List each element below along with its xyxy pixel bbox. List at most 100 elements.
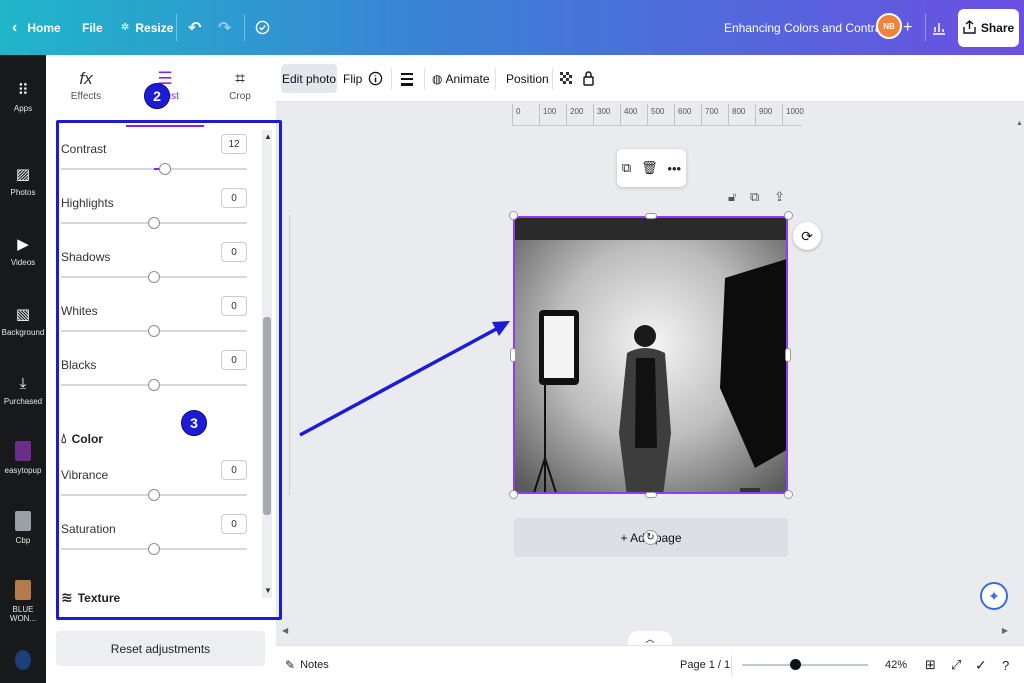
border-style-icon[interactable] xyxy=(401,55,413,102)
photo-image[interactable] xyxy=(513,216,788,494)
slider-thumb[interactable] xyxy=(159,163,172,175)
notes-button[interactable]: ✎ Notes xyxy=(285,646,329,683)
ruler-tick: 800 xyxy=(728,104,745,126)
folder-thumbnail xyxy=(15,580,31,600)
zoom-level[interactable]: 42% xyxy=(885,646,907,683)
tab-effects[interactable]: fx Effects xyxy=(51,69,121,102)
resize-handle-top[interactable] xyxy=(645,213,657,219)
edit-photo-button[interactable]: Edit photo xyxy=(281,64,337,93)
design-title[interactable]: Enhancing Colors and Contrast xyxy=(724,0,891,55)
fullscreen-icon[interactable]: ⤢ xyxy=(951,646,961,683)
add-page-icon[interactable]: ⇪ xyxy=(774,189,785,205)
position-button[interactable]: Position xyxy=(506,55,549,102)
vertical-scrollbar[interactable]: ▲ xyxy=(1016,120,1023,640)
animate-button[interactable]: ◍ Animate xyxy=(432,55,490,102)
slider-thumb[interactable] xyxy=(148,325,160,337)
adjustment-row-blacks: Blacks 0 xyxy=(56,350,256,412)
cloud-saved-icon[interactable] xyxy=(255,0,270,55)
share-button[interactable]: Share xyxy=(958,9,1019,47)
resize-handle-top-right[interactable] xyxy=(784,211,793,220)
ruler-tick: 0 xyxy=(512,104,520,126)
page-indicator[interactable]: Page 1 / 1 xyxy=(680,646,730,683)
reset-adjustments-button[interactable]: Reset adjustments xyxy=(56,631,265,666)
rotate-handle-icon[interactable]: ↻ xyxy=(643,530,658,545)
rail-item-apps[interactable]: ⠿ Apps xyxy=(0,81,46,113)
resize-handle-right[interactable] xyxy=(785,348,791,362)
magic-sparkle-icon[interactable]: ✦ xyxy=(980,582,1008,610)
annotation-marker-3: 3 xyxy=(181,410,207,436)
resize-handle-bottom-right[interactable] xyxy=(784,490,793,499)
adjustment-label: Saturation xyxy=(61,522,116,536)
slider-thumb[interactable] xyxy=(148,217,160,229)
slider-thumb[interactable] xyxy=(148,379,160,391)
zoom-slider-thumb[interactable] xyxy=(789,659,801,670)
zoom-slider[interactable] xyxy=(742,664,868,666)
add-collaborator-icon[interactable]: + xyxy=(903,0,912,55)
panel-scrollbar[interactable]: ▲ ▼ xyxy=(262,130,272,598)
adjustment-value-input[interactable]: 0 xyxy=(221,460,247,480)
adjustment-value-input[interactable]: 0 xyxy=(221,188,247,208)
duplicate-icon[interactable]: ⧉ xyxy=(622,160,631,176)
avatar[interactable]: NB xyxy=(876,13,902,39)
scroll-up-icon[interactable]: ▲ xyxy=(1016,120,1023,127)
divider xyxy=(244,14,245,41)
lock-icon[interactable] xyxy=(583,55,594,102)
transparency-icon[interactable] xyxy=(560,55,573,102)
check-circle-icon[interactable]: ✓ xyxy=(975,646,987,683)
ruler-tick: 600 xyxy=(674,104,691,126)
more-options-icon[interactable]: ••• xyxy=(667,161,681,176)
adjustment-value-input[interactable]: 0 xyxy=(221,296,247,316)
adjustment-value-input[interactable]: 0 xyxy=(221,350,247,370)
color-section-header: 💧︎ Color xyxy=(61,430,103,446)
adjustment-label: Whites xyxy=(61,304,98,318)
tab-crop[interactable]: ⌗ Crop xyxy=(205,69,275,102)
ruler-tick: 900 xyxy=(755,104,772,126)
rail-item-purchased[interactable]: ⤓ Purchased xyxy=(0,375,46,406)
left-rail: ⠿ Apps ▨ Photos ▶ Videos ▧ Background ⤓ … xyxy=(0,55,46,683)
trash-icon[interactable]: 🗑︎ xyxy=(641,160,658,176)
waves-icon: ≋ xyxy=(61,589,73,605)
scroll-right-icon[interactable]: ▶ xyxy=(1002,626,1008,635)
rail-item-cbp[interactable]: Cbp xyxy=(0,511,46,545)
grid-icon: ⠿ xyxy=(17,82,29,99)
resize-handle-bottom-left[interactable] xyxy=(509,490,518,499)
resize-handle-left[interactable] xyxy=(510,348,516,362)
info-icon[interactable] xyxy=(368,55,383,102)
ruler-tick: 300 xyxy=(593,104,610,126)
lock-page-icon[interactable]: 🔓︎ xyxy=(728,189,736,205)
adjustment-label: Shadows xyxy=(61,250,111,264)
slider-thumb[interactable] xyxy=(148,543,160,555)
slider-thumb[interactable] xyxy=(148,489,160,501)
chevron-up-icon[interactable]: ︿ xyxy=(628,631,672,645)
rail-item-more[interactable] xyxy=(0,650,46,675)
grid-view-icon[interactable]: ⊞ xyxy=(925,646,936,683)
rail-item-blue-won[interactable]: BLUE WON... xyxy=(0,580,46,623)
file-menu[interactable]: File xyxy=(82,0,103,55)
insights-icon[interactable] xyxy=(932,0,946,55)
adjustment-value-input[interactable]: 0 xyxy=(221,514,247,534)
scroll-thumb[interactable] xyxy=(263,317,271,515)
slider-thumb[interactable] xyxy=(148,271,160,283)
rail-item-easytopup[interactable]: easytopup xyxy=(0,441,46,475)
scroll-down-icon[interactable]: ▼ xyxy=(264,586,272,595)
rail-item-photos[interactable]: ▨ Photos xyxy=(0,165,46,197)
rail-item-videos[interactable]: ▶ Videos xyxy=(0,235,46,267)
undo-icon[interactable]: ↶ xyxy=(188,0,201,55)
rail-item-background[interactable]: ▧ Background xyxy=(0,305,46,337)
bottom-bar: ✎ Notes Page 1 / 1 42% ⊞ ⤢ ✓ ? xyxy=(276,645,1024,683)
adjustment-value-input[interactable]: 12 xyxy=(221,134,247,154)
image-icon: ▨ xyxy=(15,166,31,183)
resize-button[interactable]: ✲ Resize xyxy=(121,0,173,55)
scroll-left-icon[interactable]: ◀ xyxy=(282,626,288,635)
flip-button[interactable]: Flip xyxy=(343,55,362,102)
resize-handle-top-left[interactable] xyxy=(509,211,518,220)
home-button[interactable]: ‹ Home xyxy=(12,0,61,55)
refresh-icon[interactable]: ⟳ xyxy=(793,222,821,250)
redo-icon[interactable]: ↷ xyxy=(218,0,231,55)
scroll-up-icon[interactable]: ▲ xyxy=(264,132,272,141)
duplicate-page-icon[interactable]: ⧉ xyxy=(750,189,759,205)
resize-handle-bottom[interactable] xyxy=(645,492,657,498)
ruler-tick: 200 xyxy=(566,104,583,126)
help-icon[interactable]: ? xyxy=(1002,646,1009,683)
adjustment-value-input[interactable]: 0 xyxy=(221,242,247,262)
